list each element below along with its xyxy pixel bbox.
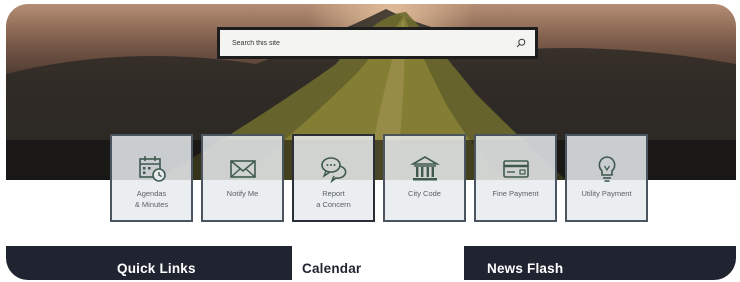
tile-label: Fine Payment [492,189,539,198]
tile-label: Report a Concern [316,189,351,209]
page-frame: Agendas& Minutes Notify Me [6,4,736,280]
news-flash-heading[interactable]: News Flash [487,261,563,276]
calendar-panel: Calendar [292,246,464,280]
tile-fine-payment[interactable]: Fine Payment [474,134,557,222]
speech-bubbles-icon [320,157,346,184]
tile-utility-payment[interactable]: Utility Payment [565,134,648,222]
search-box [217,27,538,59]
tile-label: City Code [408,189,441,198]
tile-label: Notify Me [226,189,259,198]
tile-agendas-minutes[interactable]: Agendas & Minutes [110,134,193,222]
search-input[interactable] [220,30,535,56]
quick-links-panel: Quick Links [6,246,292,280]
bottom-sections: Quick Links Calendar News Flash [6,246,736,280]
envelope-icon [229,160,256,178]
tile-label: Utility Payment [581,189,632,198]
tile-label: Agendas & Minutes [134,189,169,209]
calendar-heading[interactable]: Calendar [302,261,361,276]
lightbulb-icon [597,156,616,182]
tile-city-code[interactable]: City Code [383,134,466,222]
news-flash-panel: News Flash [464,246,736,280]
quick-access-tiles: Agendas & Minutes Notify Me Report a Con… [110,134,650,224]
search-icon[interactable] [516,38,526,48]
payment-card-icon [502,160,529,178]
tile-notify-me[interactable]: Notify Me [201,134,284,222]
courthouse-icon [409,156,440,181]
tile-report-concern[interactable]: Report a Concern [292,134,375,222]
calendar-clock-icon [138,156,166,182]
quick-links-heading[interactable]: Quick Links [117,261,196,276]
